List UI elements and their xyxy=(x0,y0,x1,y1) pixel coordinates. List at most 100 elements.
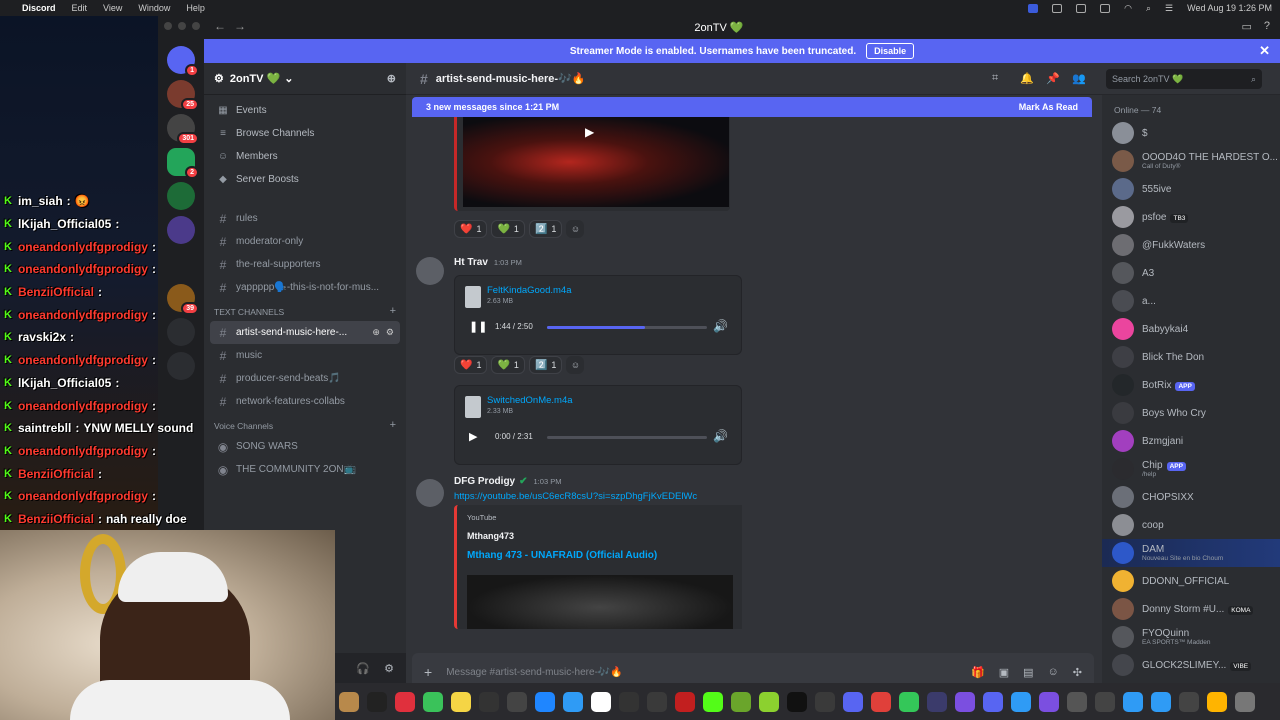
video-thumbnail[interactable] xyxy=(463,117,729,207)
pin-icon[interactable]: 📌 xyxy=(1046,72,1060,85)
app-icon[interactable] xyxy=(955,691,975,712)
sidebar-item-server-boosts[interactable]: ◆ Server Boosts xyxy=(204,168,406,191)
reaction-two[interactable]: 2️⃣ 1 xyxy=(528,220,563,238)
wifi-icon[interactable]: ◠ xyxy=(1124,3,1132,14)
member-row[interactable]: Donny Storm #U... KOMA xyxy=(1102,595,1280,623)
member-row[interactable]: GLOCK2SLIMEY... VIBE xyxy=(1102,651,1280,679)
messages-icon[interactable] xyxy=(899,691,919,712)
member-row[interactable]: Boys Who Cry xyxy=(1102,399,1280,427)
play-icon[interactable]: ▶ xyxy=(469,430,477,443)
audio-seek-bar[interactable] xyxy=(547,436,707,439)
reaction-heart[interactable]: ❤️ 1 xyxy=(454,220,488,238)
control-center-icon[interactable]: ☰ xyxy=(1165,3,1173,14)
help-icon[interactable]: ? xyxy=(1264,20,1270,33)
member-row[interactable]: DAM Nouveau Site en bio Choum xyxy=(1102,539,1280,567)
app-icon[interactable] xyxy=(787,691,807,712)
member-row[interactable]: FYOQuinn EA SPORTS™ Madden xyxy=(1102,623,1280,651)
pause-icon[interactable]: ❚❚ xyxy=(469,320,487,333)
bluetooth-icon[interactable] xyxy=(1011,691,1031,712)
chrome-icon[interactable] xyxy=(871,691,891,712)
menubar-help[interactable]: Help xyxy=(186,3,205,13)
member-row[interactable]: BotRix APP xyxy=(1102,371,1280,399)
status-icon[interactable] xyxy=(1100,3,1111,13)
avatar[interactable] xyxy=(416,479,444,507)
back-arrow-icon[interactable]: ← xyxy=(214,19,234,33)
member-row[interactable]: Bzmgjani xyxy=(1102,427,1280,455)
close-window-button[interactable] xyxy=(164,22,172,30)
app-icon[interactable] xyxy=(843,691,863,712)
disable-streamer-mode-button[interactable]: Disable xyxy=(866,43,915,59)
search-icon[interactable]: ⌕ xyxy=(1146,3,1151,14)
server-icon[interactable]: 301 xyxy=(167,114,199,145)
zoom-window-button[interactable] xyxy=(192,22,200,30)
reaction-green-heart[interactable]: 💚 1 xyxy=(491,220,525,238)
member-row[interactable]: ΟΟΟD4Ο THE HARDEST O... Call of Duty® xyxy=(1102,147,1280,175)
threads-icon[interactable]: ⌗ xyxy=(992,72,998,85)
notes-icon[interactable] xyxy=(451,691,471,712)
forward-arrow-icon[interactable]: → xyxy=(234,19,254,33)
volume-icon[interactable]: 🔊 xyxy=(713,319,728,333)
invite-icon[interactable]: ⊕ xyxy=(372,327,380,338)
app-icon[interactable] xyxy=(479,691,499,712)
direct-messages-button[interactable]: 1 xyxy=(167,46,199,77)
menubar-app-name[interactable]: Discord xyxy=(22,3,56,13)
member-row[interactable]: @FukkWaters xyxy=(1102,231,1280,259)
member-row[interactable]: psfoe TB3 xyxy=(1102,203,1280,231)
reaction-green-heart[interactable]: 💚 1 xyxy=(491,356,525,374)
embed-thumbnail[interactable] xyxy=(467,575,733,629)
menubar-window[interactable]: Window xyxy=(138,3,170,13)
member-row[interactable]: $ xyxy=(1102,119,1280,147)
audio-seek-bar[interactable] xyxy=(547,326,707,329)
status-icon[interactable] xyxy=(1076,3,1087,13)
finder-icon[interactable] xyxy=(339,691,359,712)
mark-as-read-button[interactable]: Mark As Read xyxy=(1019,102,1078,112)
author-name[interactable]: DFG Prodigy xyxy=(454,476,515,487)
add-channel-icon[interactable]: + xyxy=(390,305,396,317)
app-icon[interactable] xyxy=(759,691,779,712)
member-row[interactable]: 555ive xyxy=(1102,175,1280,203)
server-header[interactable]: ⚙ 2onTV 💚 ⌄ ⊕ xyxy=(204,63,406,95)
member-row[interactable]: Blick The Don xyxy=(1102,343,1280,371)
app-icon[interactable] xyxy=(731,691,751,712)
app-icon[interactable] xyxy=(619,691,639,712)
numbers-icon[interactable] xyxy=(423,691,443,712)
member-row[interactable]: coop xyxy=(1102,511,1280,539)
emoji-icon[interactable]: ☺ xyxy=(1048,666,1059,679)
minimize-window-button[interactable] xyxy=(178,22,186,30)
browser-icon[interactable] xyxy=(1123,691,1143,712)
gear-icon[interactable]: ⚙ xyxy=(384,662,394,675)
menubar-view[interactable]: View xyxy=(103,3,122,13)
author-name[interactable]: Ht Trav xyxy=(454,257,488,268)
status-icon[interactable] xyxy=(1052,3,1063,13)
embed-author[interactable]: Mthang473 xyxy=(467,531,514,541)
add-reaction-icon[interactable]: ☺ xyxy=(566,356,585,374)
app-icon[interactable] xyxy=(1039,691,1059,712)
member-row[interactable]: A3 xyxy=(1102,259,1280,287)
member-list-icon[interactable]: 👥 xyxy=(1072,72,1086,85)
audio-file-name[interactable]: FeltKindaGood.m4a xyxy=(487,285,572,296)
gear-icon[interactable]: ⚙ xyxy=(386,327,394,338)
help-icon[interactable] xyxy=(1095,691,1115,712)
screen-share-icon[interactable] xyxy=(1028,3,1039,13)
menubar-clock[interactable]: Wed Aug 19 1:26 PM xyxy=(1187,3,1272,13)
reaction-two[interactable]: 2️⃣ 1 xyxy=(528,356,563,374)
server-icon[interactable]: 25 xyxy=(167,80,199,111)
member-row[interactable]: a... xyxy=(1102,287,1280,315)
video-embed[interactable]: ▶ xyxy=(454,117,730,211)
app-icon[interactable] xyxy=(591,691,611,712)
member-row[interactable]: CHOPSIXX xyxy=(1102,483,1280,511)
sticker-icon[interactable]: ▤ xyxy=(1023,666,1033,679)
attach-icon[interactable]: + xyxy=(424,664,432,680)
app-icon[interactable] xyxy=(815,691,835,712)
new-messages-bar[interactable]: 3 new messages since 1:21 PM Mark As Rea… xyxy=(412,97,1092,117)
gift-icon[interactable]: 🎁 xyxy=(971,666,985,679)
discord-icon[interactable] xyxy=(983,691,1003,712)
app-icon[interactable] xyxy=(563,691,583,712)
search-input[interactable]: Search 2onTV 💚 ⌕ xyxy=(1106,69,1262,89)
message-input[interactable]: Message #artist-send-music-here-🎶🔥 xyxy=(446,667,623,678)
menubar-edit[interactable]: Edit xyxy=(72,3,88,13)
avatar[interactable] xyxy=(416,257,444,285)
bell-icon[interactable]: 🔔 xyxy=(1020,72,1034,85)
news-icon[interactable] xyxy=(395,691,415,712)
member-row[interactable]: Babyykai4 xyxy=(1102,315,1280,343)
